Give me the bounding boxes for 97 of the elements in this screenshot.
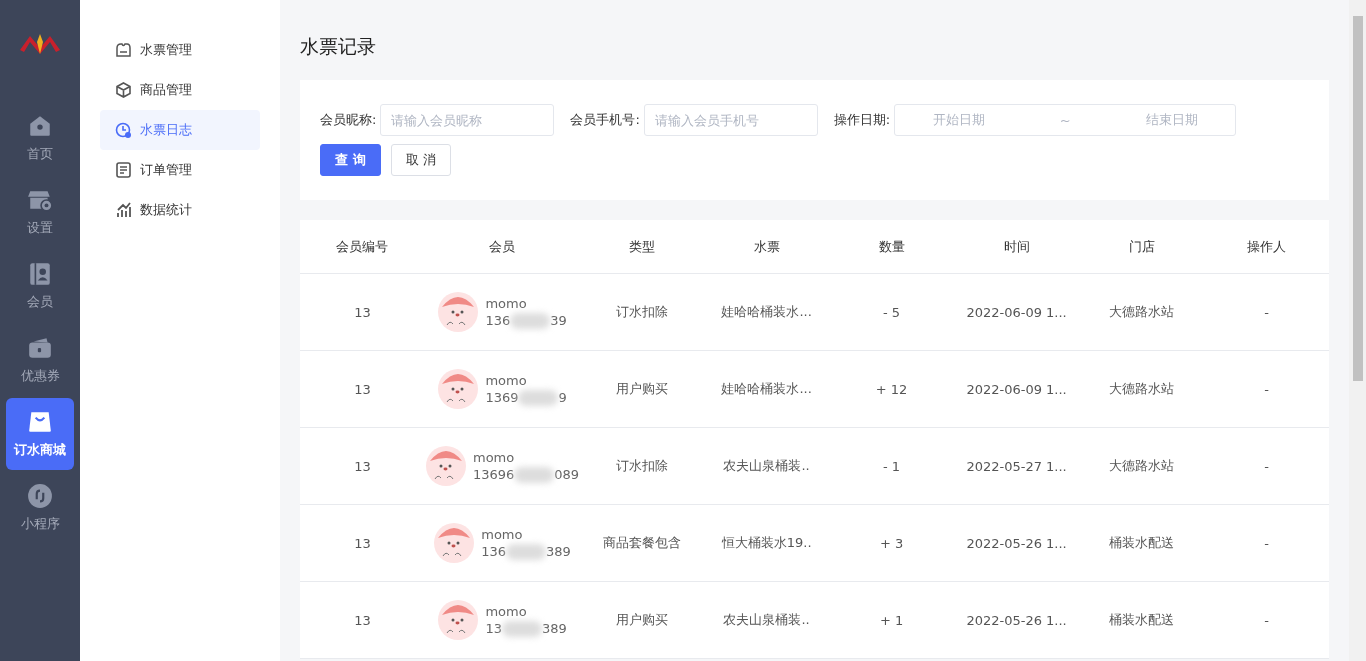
redaction-blur	[518, 389, 559, 406]
nav-item[interactable]: 订水商城	[6, 398, 74, 470]
field-label: 会员昵称:	[320, 111, 377, 129]
table-cell: 大德路水站	[1109, 380, 1175, 398]
nav-item[interactable]: 首页	[6, 102, 74, 174]
table-cell: 13	[354, 458, 371, 474]
nav-item[interactable]: 会员	[6, 250, 74, 322]
avatar	[437, 291, 480, 333]
column-header: 类型	[579, 220, 705, 274]
table-cell: 大德路水站	[1109, 303, 1175, 321]
table-cell: 订水扣除	[615, 303, 668, 321]
ticket-icon	[115, 41, 132, 59]
table-cell: 2022-05-27 1...	[966, 458, 1067, 474]
table-cell: -	[1264, 458, 1269, 474]
submenu-item[interactable]: 水票日志	[100, 110, 260, 150]
member-name: momo	[485, 603, 528, 619]
member-phone: 9	[558, 390, 567, 405]
page-title: 水票记录	[300, 34, 377, 59]
table-cell: 用户购买	[615, 380, 668, 398]
member-phone: 13696	[472, 467, 515, 482]
table-cell: 农夫山泉桶装..	[723, 457, 810, 475]
chart-icon	[115, 201, 132, 219]
table-cell: 娃哈哈桶装水...	[721, 380, 812, 398]
table-cell: 商品套餐包含	[602, 534, 681, 552]
query-button[interactable]: 查 询	[320, 144, 381, 176]
table-cell: -	[1264, 612, 1269, 628]
table-cell: 订水扣除	[615, 457, 668, 475]
clock-icon	[115, 121, 132, 139]
redaction-blur	[506, 543, 547, 560]
field-label: 操作日期:	[833, 111, 891, 129]
member-phone: 389	[546, 544, 571, 559]
column-header: 操作人	[1204, 220, 1329, 274]
member-phone: 39	[550, 313, 567, 328]
submenu-item[interactable]: 商品管理	[100, 70, 260, 110]
column-header: 水票	[704, 220, 830, 274]
table-cell: 13	[354, 381, 371, 397]
table-cell: 13	[354, 304, 371, 320]
nav-item[interactable]: 设置	[6, 176, 74, 248]
member-phone: 389	[541, 621, 567, 636]
member-phone: 136	[481, 544, 507, 559]
table-cell: 13	[354, 612, 371, 628]
column-header: 会员	[424, 220, 580, 274]
table-cell: + 3	[879, 535, 904, 551]
redaction-blur	[514, 466, 555, 483]
table-cell: 桶装水配送	[1109, 534, 1175, 552]
member-name: momo	[472, 449, 516, 465]
table-cell: + 12	[875, 381, 908, 397]
table-cell: - 5	[883, 304, 901, 320]
column-header: 时间	[954, 220, 1080, 274]
table-cell: + 1	[879, 612, 904, 628]
avatar	[433, 522, 476, 564]
member-phone: 089	[554, 467, 580, 482]
table-cell: 恒大桶装水19..	[721, 534, 812, 552]
submenu-item[interactable]: 水票管理	[100, 30, 260, 70]
member-name: momo	[481, 526, 524, 542]
table-cell: 2022-06-09 1...	[966, 304, 1067, 320]
submenu-item[interactable]: 订单管理	[100, 150, 260, 190]
avatar	[424, 445, 467, 487]
bag-icon	[27, 409, 53, 435]
contact-card-icon	[27, 261, 53, 287]
member-name: momo	[485, 372, 528, 388]
table-cell: - 1	[883, 458, 901, 474]
box-icon	[115, 81, 132, 99]
cancel-button[interactable]: 取 消	[390, 144, 451, 176]
table-cell: 大德路水站	[1109, 457, 1175, 475]
wallet-icon	[27, 335, 53, 361]
member-name: momo	[485, 295, 528, 311]
column-header: 数量	[829, 220, 955, 274]
member-phone: 13	[485, 621, 502, 636]
table-cell: 13	[354, 535, 371, 551]
scrollbar-thumb[interactable]	[1352, 16, 1363, 381]
member-phone: 1369	[485, 390, 519, 405]
table-cell: -	[1264, 535, 1269, 551]
avatar	[437, 368, 480, 410]
table-cell: -	[1264, 381, 1269, 397]
table-cell: 用户购买	[615, 611, 668, 629]
table-cell: -	[1264, 304, 1269, 320]
table-cell: 2022-05-26 1...	[966, 612, 1067, 628]
submenu-item[interactable]: 数据统计	[100, 190, 260, 230]
table-cell: 桶装水配送	[1109, 611, 1175, 629]
redaction-blur	[501, 620, 542, 637]
phone-field[interactable]: 请输入会员手机号	[643, 104, 818, 136]
document-icon	[115, 161, 132, 179]
column-header: 门店	[1079, 220, 1204, 274]
avatar	[437, 599, 480, 641]
redaction-blur	[510, 312, 551, 329]
nickname-field[interactable]: 请输入会员昵称	[380, 104, 555, 136]
table-cell: 2022-06-09 1...	[966, 381, 1067, 397]
link-icon	[27, 483, 53, 509]
table-cell: 娃哈哈桶装水...	[721, 303, 812, 321]
column-header: 会员编号	[300, 220, 425, 274]
table-cell: 2022-05-26 1...	[966, 535, 1067, 551]
table-cell: 农夫山泉桶装..	[723, 611, 810, 629]
member-phone: 136	[485, 313, 511, 328]
nav-item[interactable]: 小程序	[6, 472, 74, 544]
nav-item[interactable]: 优惠券	[6, 324, 74, 396]
field-label: 会员手机号:	[570, 111, 640, 129]
